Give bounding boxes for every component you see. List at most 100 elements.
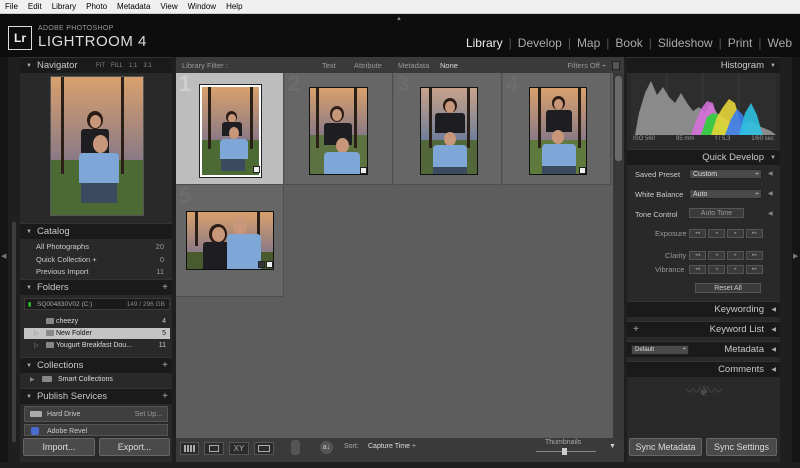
grid-cell[interactable]: 2: [285, 71, 393, 185]
menu-view[interactable]: View: [155, 0, 182, 14]
grid-view-icon[interactable]: [180, 442, 199, 455]
expand-triangle-icon[interactable]: ◀: [768, 170, 773, 177]
add-collection-icon[interactable]: +: [162, 360, 168, 371]
exposure-decrease[interactable]: ◂: [708, 229, 725, 238]
metadata-header[interactable]: Default ÷ Metadata ◀: [627, 341, 780, 357]
clarity-decrease-large[interactable]: ◂◂: [689, 251, 706, 260]
photo-thumbnail[interactable]: [529, 87, 587, 175]
edited-badge-icon[interactable]: [253, 166, 260, 173]
clarity-increase-large[interactable]: ▸▸: [746, 251, 763, 260]
navigator-preview[interactable]: [50, 76, 144, 216]
collection-smart-collections[interactable]: ▶ Smart Collections: [24, 374, 170, 385]
photo-thumbnail[interactable]: [309, 87, 368, 175]
add-folder-icon[interactable]: +: [162, 282, 168, 293]
menu-file[interactable]: File: [0, 0, 23, 14]
vibrance-decrease-large[interactable]: ◂◂: [689, 265, 706, 274]
module-develop[interactable]: Develop: [518, 36, 562, 50]
filter-status[interactable]: Filters Off ÷: [567, 61, 606, 70]
grid-cell[interactable]: 1: [176, 71, 284, 185]
filter-metadata[interactable]: Metadata: [398, 61, 429, 70]
sync-settings-button[interactable]: Sync Settings: [706, 438, 777, 456]
grid-scrollbar-thumb[interactable]: [615, 76, 622, 161]
exposure-increase[interactable]: ▸: [727, 229, 744, 238]
edited-badge-icon[interactable]: [360, 167, 367, 174]
expand-triangle-icon[interactable]: ▶: [30, 376, 35, 383]
catalog-item-all-photographs[interactable]: All Photographs 20: [28, 240, 170, 252]
painter-icon[interactable]: [291, 440, 300, 455]
module-book[interactable]: Book: [615, 36, 642, 50]
keyword-list-header[interactable]: + Keyword List ◀: [627, 321, 780, 337]
folder-new-folder[interactable]: ▷ New Folder 5: [24, 328, 170, 339]
add-publish-service-icon[interactable]: +: [162, 391, 168, 402]
sync-metadata-button[interactable]: Sync Metadata: [629, 438, 702, 456]
publish-hard-drive[interactable]: Hard Drive Set Up...: [24, 406, 168, 422]
clarity-increase[interactable]: ▸: [727, 251, 744, 260]
module-web[interactable]: Web: [768, 36, 792, 50]
compare-view-icon[interactable]: XY: [229, 442, 249, 455]
exposure-decrease-large[interactable]: ◂◂: [689, 229, 706, 238]
photo-thumbnail[interactable]: [420, 87, 478, 175]
clarity-decrease[interactable]: ◂: [708, 251, 725, 260]
module-slideshow[interactable]: Slideshow: [658, 36, 713, 50]
menu-metadata[interactable]: Metadata: [112, 0, 155, 14]
publish-adobe-revel[interactable]: Adobe Revel: [24, 424, 168, 436]
publish-setup-link[interactable]: Set Up...: [135, 411, 162, 418]
navigator-header[interactable]: ▼ Navigator FIT FILL 1:1 3:1: [20, 57, 172, 73]
module-print[interactable]: Print: [728, 36, 753, 50]
toolbar-options-chevron-icon[interactable]: ▼: [609, 443, 616, 450]
white-balance-select[interactable]: Auto ÷: [689, 189, 762, 199]
filter-none[interactable]: None: [440, 61, 458, 70]
histogram-area[interactable]: ISO 560 95 mm f / 5.3 1/60 sec: [631, 73, 776, 147]
volume-bar[interactable]: ▮ SQ004830V02 (C:) 149 / 296 GB: [24, 298, 170, 310]
thumbnail-size-slider-handle[interactable]: [562, 448, 567, 455]
edited-badge-icon[interactable]: [266, 261, 273, 268]
top-panel-toggle-icon[interactable]: ▲: [396, 16, 402, 22]
left-panel-toggle-icon[interactable]: ◀: [1, 252, 6, 260]
folder-cheezy[interactable]: cheezy 4: [24, 316, 170, 327]
exposure-increase-large[interactable]: ▸▸: [746, 229, 763, 238]
auto-tone-button[interactable]: Auto Tone: [689, 208, 744, 218]
menu-edit[interactable]: Edit: [23, 0, 47, 14]
folders-header[interactable]: ▼ Folders +: [20, 279, 172, 295]
zoom-fill[interactable]: FILL: [111, 63, 123, 69]
collections-header[interactable]: ▼ Collections +: [20, 357, 172, 373]
zoom-1-1[interactable]: 1:1: [129, 63, 137, 69]
sort-dropdown[interactable]: Capture Time ÷: [368, 443, 416, 450]
sort-direction-icon[interactable]: a↓: [320, 441, 333, 454]
filter-lock-icon[interactable]: [612, 60, 620, 70]
right-panel-toggle-icon[interactable]: ▶: [793, 252, 798, 260]
metadata-preset-select[interactable]: Default ÷: [631, 345, 689, 355]
publish-services-header[interactable]: ▼ Publish Services +: [20, 388, 172, 404]
grid-cell[interactable]: 4: [503, 71, 611, 185]
histogram-header[interactable]: Histogram ▼: [627, 57, 780, 73]
collection-badge-icon[interactable]: [258, 261, 265, 268]
menu-window[interactable]: Window: [183, 0, 221, 14]
folder-yougurt-breakfast[interactable]: ▷ Yougurt Breakfast Dou... 11: [24, 340, 170, 351]
menu-help[interactable]: Help: [221, 0, 247, 14]
menu-photo[interactable]: Photo: [81, 0, 112, 14]
menu-library[interactable]: Library: [47, 0, 81, 14]
comments-header[interactable]: Comments ◀: [627, 361, 780, 377]
expand-triangle-icon[interactable]: ▷: [34, 342, 39, 349]
add-keyword-icon[interactable]: +: [633, 324, 639, 335]
quick-develop-header[interactable]: Quick Develop ▼: [627, 149, 780, 165]
reset-all-button[interactable]: Reset All: [695, 283, 761, 293]
catalog-header[interactable]: ▼ Catalog: [20, 223, 172, 239]
vibrance-increase[interactable]: ▸: [727, 265, 744, 274]
module-library[interactable]: Library: [466, 36, 503, 50]
zoom-fit[interactable]: FIT: [96, 63, 105, 69]
photo-thumbnail[interactable]: [199, 84, 262, 178]
filter-text[interactable]: Text: [322, 61, 336, 70]
loupe-view-icon[interactable]: [204, 442, 224, 455]
expand-triangle-icon[interactable]: ◀: [768, 210, 773, 217]
module-map[interactable]: Map: [577, 36, 600, 50]
left-panel-scrollbar[interactable]: [12, 222, 16, 442]
vibrance-decrease[interactable]: ◂: [708, 265, 725, 274]
grid-cell[interactable]: 5: [176, 183, 284, 297]
saved-preset-select[interactable]: Custom ÷: [689, 169, 762, 179]
survey-view-icon[interactable]: [254, 442, 274, 455]
catalog-item-previous-import[interactable]: Previous Import 11: [28, 265, 170, 277]
edited-badge-icon[interactable]: [579, 167, 586, 174]
import-button[interactable]: Import...: [23, 438, 95, 456]
export-button[interactable]: Export...: [99, 438, 170, 456]
